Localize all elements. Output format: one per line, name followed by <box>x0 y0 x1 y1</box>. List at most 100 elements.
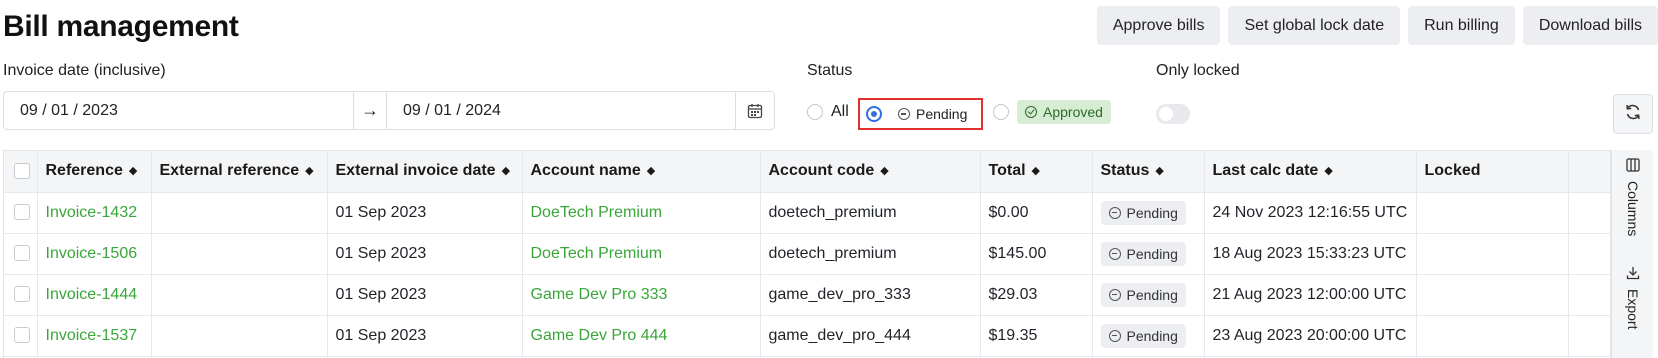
col-status[interactable]: Status ◆ <box>1092 151 1205 193</box>
col-external-reference[interactable]: External reference ◆ <box>151 151 328 193</box>
table-header-row: Reference ◆ External reference ◆ External … <box>4 151 1610 193</box>
external-invoice-date-cell: 01 Sep 2023 <box>327 315 523 357</box>
calendar-icon[interactable] <box>736 92 774 129</box>
reference-link[interactable]: Invoice-1432 <box>37 192 152 234</box>
invoice-date-label: Invoice date (inclusive) <box>3 62 166 79</box>
account-name-link[interactable]: DoeTech Premium <box>522 192 761 234</box>
radio-pending[interactable] <box>866 106 882 122</box>
col-spacer <box>1568 151 1610 193</box>
account-code-cell: doetech_premium <box>760 192 981 234</box>
sort-icon[interactable]: ◆ <box>880 166 888 177</box>
status-cell: Pending <box>1092 315 1205 357</box>
pending-icon <box>1108 288 1121 301</box>
table-row[interactable]: Invoice-1432 01 Sep 2023 DoeTech Premium… <box>4 192 1610 234</box>
external-reference-cell <box>151 192 328 234</box>
account-name-link[interactable]: DoeTech Premium <box>522 233 761 275</box>
row-checkbox[interactable] <box>14 245 30 262</box>
radio-approved[interactable] <box>993 104 1009 120</box>
external-reference-cell <box>151 233 328 275</box>
row-checkbox[interactable] <box>14 327 30 344</box>
status-badge-label: Pending <box>1126 327 1178 344</box>
start-date-input[interactable]: 09 / 01 / 2023 <box>4 92 354 129</box>
download-bills-button[interactable]: Download bills <box>1522 6 1658 45</box>
table-row[interactable]: Invoice-1506 01 Sep 2023 DoeTech Premium… <box>4 233 1610 275</box>
col-account-code[interactable]: Account code ◆ <box>760 151 981 193</box>
total-cell: $145.00 <box>980 233 1093 275</box>
refresh-button[interactable] <box>1613 94 1653 134</box>
row-select-cell <box>4 274 38 316</box>
table-side-panel: Columns Export <box>1611 150 1653 358</box>
col-locked-label: Locked <box>1424 162 1481 180</box>
row-select-cell <box>4 315 38 357</box>
only-locked-label: Only locked <box>1156 62 1240 79</box>
range-arrow-icon: → <box>354 92 387 129</box>
row-checkbox[interactable] <box>14 286 30 303</box>
total-cell: $0.00 <box>980 192 1093 234</box>
export-panel-button[interactable]: Export <box>1612 266 1654 329</box>
run-billing-button[interactable]: Run billing <box>1408 6 1515 45</box>
end-date-input[interactable]: 09 / 01 / 2024 <box>387 92 736 129</box>
total-cell: $19.35 <box>980 315 1093 357</box>
columns-panel-button[interactable]: Columns <box>1612 158 1654 236</box>
col-account-name[interactable]: Account name ◆ <box>522 151 761 193</box>
external-invoice-date-cell: 01 Sep 2023 <box>327 192 523 234</box>
columns-icon <box>1626 158 1640 177</box>
status-radio-all[interactable]: All <box>807 98 849 126</box>
col-external-reference-label: External reference <box>159 162 300 180</box>
last-calc-date-cell: 21 Aug 2023 12:00:00 UTC <box>1204 274 1417 316</box>
select-all-checkbox[interactable] <box>14 163 30 180</box>
col-status-label: Status <box>1100 162 1150 180</box>
status-badge: Pending <box>1100 323 1186 348</box>
sort-icon[interactable]: ◆ <box>129 166 137 177</box>
table-row[interactable]: Invoice-1537 01 Sep 2023 Game Dev Pro 44… <box>4 315 1610 357</box>
reference-link[interactable]: Invoice-1444 <box>37 274 152 316</box>
status-radio-pending[interactable]: Pending <box>858 98 983 130</box>
external-reference-cell <box>151 274 328 316</box>
reference-link[interactable]: Invoice-1506 <box>37 233 152 275</box>
sort-icon[interactable]: ◆ <box>1032 166 1040 177</box>
radio-all[interactable] <box>807 104 823 120</box>
reference-link[interactable]: Invoice-1537 <box>37 315 152 357</box>
row-select-cell <box>4 233 38 275</box>
set-global-lock-date-button[interactable]: Set global lock date <box>1228 6 1401 45</box>
status-radio-approved[interactable]: Approved <box>993 98 1111 126</box>
bills-table: Reference ◆ External reference ◆ External … <box>3 150 1611 358</box>
external-invoice-date-cell: 01 Sep 2023 <box>327 274 523 316</box>
col-last-calc-date[interactable]: Last calc date ◆ <box>1204 151 1417 193</box>
row-checkbox[interactable] <box>14 204 30 221</box>
sort-icon[interactable]: ◆ <box>305 166 313 177</box>
external-invoice-date-cell: 01 Sep 2023 <box>327 233 523 275</box>
col-external-invoice-date[interactable]: External invoice date ◆ <box>327 151 523 193</box>
col-external-invoice-date-label: External invoice date <box>335 162 496 180</box>
spacer-cell <box>1568 274 1610 316</box>
sort-icon[interactable]: ◆ <box>1324 166 1332 177</box>
approved-chip-label: Approved <box>1043 104 1103 120</box>
locked-cell <box>1416 233 1569 275</box>
external-reference-cell <box>151 315 328 357</box>
sort-icon[interactable]: ◆ <box>647 166 655 177</box>
approve-bills-button[interactable]: Approve bills <box>1096 6 1221 45</box>
pending-icon <box>898 108 910 120</box>
page-title: Bill management <box>3 10 239 43</box>
top-actions: Approve bills Set global lock date Run b… <box>1096 6 1658 45</box>
status-badge: Pending <box>1100 241 1186 266</box>
spacer-cell <box>1568 233 1610 275</box>
col-total[interactable]: Total ◆ <box>980 151 1093 193</box>
col-last-calc-date-label: Last calc date <box>1212 162 1319 180</box>
download-icon <box>1626 266 1640 285</box>
col-reference[interactable]: Reference ◆ <box>37 151 152 193</box>
sort-icon[interactable]: ◆ <box>502 166 510 177</box>
col-reference-label: Reference <box>45 162 123 180</box>
status-badge-label: Pending <box>1126 245 1178 262</box>
status-cell: Pending <box>1092 274 1205 316</box>
sort-icon[interactable]: ◆ <box>1155 166 1163 177</box>
account-name-link[interactable]: Game Dev Pro 333 <box>522 274 761 316</box>
account-name-link[interactable]: Game Dev Pro 444 <box>522 315 761 357</box>
invoice-date-range: 09 / 01 / 2023 → 09 / 01 / 2024 <box>3 91 775 130</box>
only-locked-toggle[interactable] <box>1156 104 1190 124</box>
columns-label: Columns <box>1625 181 1641 237</box>
col-locked[interactable]: Locked <box>1416 151 1569 193</box>
radio-all-label: All <box>831 103 849 120</box>
table-row[interactable]: Invoice-1444 01 Sep 2023 Game Dev Pro 33… <box>4 274 1610 316</box>
last-calc-date-cell: 23 Aug 2023 20:00:00 UTC <box>1204 315 1417 357</box>
